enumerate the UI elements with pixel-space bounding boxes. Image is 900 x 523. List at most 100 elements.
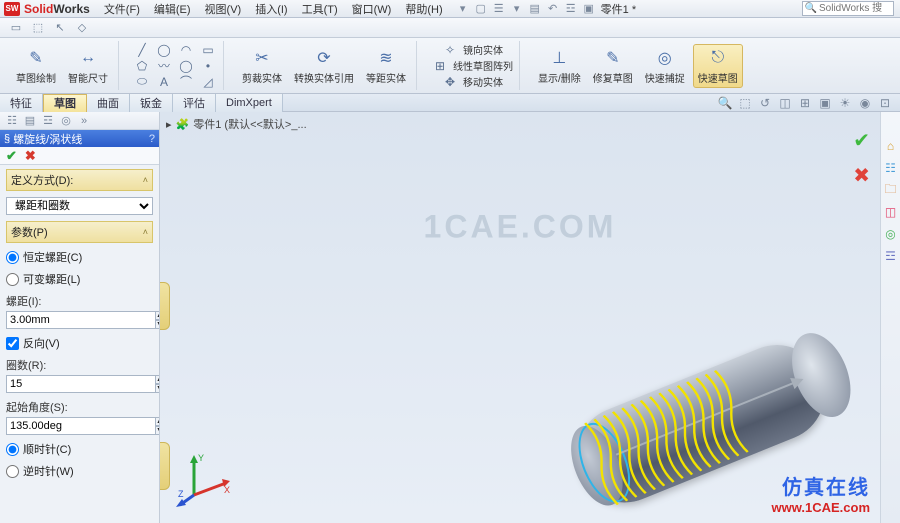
define-by-header[interactable]: 定义方式(D):˄ bbox=[6, 169, 153, 191]
more-icon[interactable]: » bbox=[76, 113, 92, 129]
repair-button[interactable]: ✎修复草图 bbox=[589, 45, 637, 87]
start-angle-input[interactable] bbox=[6, 417, 156, 435]
plane-icon[interactable]: ◇ bbox=[74, 20, 90, 36]
search-input[interactable] bbox=[819, 2, 891, 15]
quick-access-toolbar: ▾ ▢ ☰ ▾ ▤ ↶ ☲ ▣ bbox=[455, 1, 597, 17]
tab-surface[interactable]: 曲面 bbox=[87, 94, 130, 112]
constant-pitch-radio[interactable]: 恒定螺距(C) bbox=[6, 249, 153, 265]
corner-cancel-icon[interactable]: ✖ bbox=[853, 163, 870, 188]
graphics-viewport[interactable]: ▸ 🧩 零件1 (默认<<默认>_... ✔ ✖ 1CAE.COM /*plac… bbox=[160, 112, 880, 523]
line-icon[interactable]: ╱ bbox=[133, 42, 151, 58]
appearances-icon[interactable]: ◎ bbox=[883, 226, 899, 242]
config-icon[interactable]: ☲ bbox=[40, 113, 56, 129]
resources-icon[interactable]: ⌂ bbox=[883, 138, 899, 154]
hide-show-icon[interactable]: ☀ bbox=[836, 95, 854, 111]
clockwise-radio[interactable]: 顺时针(C) bbox=[6, 441, 153, 457]
trim-button[interactable]: ✂剪裁实体 bbox=[238, 45, 286, 87]
section-icon[interactable]: ◫ bbox=[776, 95, 794, 111]
ang-down-icon[interactable]: ▼ bbox=[156, 426, 159, 435]
tab-evaluate[interactable]: 评估 bbox=[173, 94, 216, 112]
tab-sketch[interactable]: 草图 bbox=[43, 94, 87, 112]
pitch-down-icon[interactable]: ▼ bbox=[156, 320, 159, 329]
variable-pitch-radio[interactable]: 可变螺距(L) bbox=[6, 271, 153, 287]
rebuild-icon[interactable]: ▣ bbox=[581, 1, 597, 17]
pm-icon[interactable]: ▤ bbox=[22, 113, 38, 129]
menu-insert[interactable]: 插入(I) bbox=[249, 0, 293, 18]
pitch-up-icon[interactable]: ▲ bbox=[156, 311, 159, 320]
rect-icon[interactable]: ▭ bbox=[199, 42, 217, 58]
print-icon[interactable]: ▤ bbox=[527, 1, 543, 17]
menu-help[interactable]: 帮助(H) bbox=[399, 0, 448, 18]
scene-icon[interactable]: ⊡ bbox=[876, 95, 894, 111]
poly-icon[interactable]: ⬠ bbox=[133, 58, 151, 74]
expand-icon[interactable]: ▸ bbox=[166, 118, 172, 131]
zoom-area-icon[interactable]: ⬚ bbox=[736, 95, 754, 111]
slot-icon[interactable]: ⬭ bbox=[133, 74, 151, 90]
zoom-fit-icon[interactable]: 🔍 bbox=[716, 95, 734, 111]
fm-breadcrumb[interactable]: ▸ 🧩 零件1 (默认<<默认>_... bbox=[166, 116, 307, 132]
ellipse-icon[interactable]: ◯ bbox=[177, 58, 195, 74]
params-header[interactable]: 参数(P)˄ bbox=[6, 221, 153, 243]
footer-watermark: 仿真在线 www.1CAE.com bbox=[772, 471, 870, 515]
sketch-button[interactable]: ✎草图绘制 bbox=[12, 45, 60, 87]
sketch-select-icon[interactable]: ⬚ bbox=[30, 20, 46, 36]
spline-icon[interactable]: 〰 bbox=[155, 58, 173, 74]
move-icon[interactable]: ✥ bbox=[441, 74, 459, 90]
cancel-button[interactable]: ✖ bbox=[25, 148, 36, 164]
reverse-check[interactable]: 反向(V) bbox=[6, 335, 153, 351]
custom-props-icon[interactable]: ☲ bbox=[883, 248, 899, 264]
tab-sheet[interactable]: 钣金 bbox=[130, 94, 173, 112]
flyout-handle[interactable] bbox=[160, 282, 170, 330]
smart-dim-button[interactable]: ↔智能尺寸 bbox=[64, 45, 112, 87]
pitch-input[interactable] bbox=[6, 311, 156, 329]
save-icon[interactable]: ▾ bbox=[509, 1, 525, 17]
view-palette-icon[interactable]: ◫ bbox=[883, 204, 899, 220]
select-icon[interactable]: ▭ bbox=[8, 20, 24, 36]
menu-edit[interactable]: 编辑(E) bbox=[148, 0, 197, 18]
options-icon[interactable]: ☲ bbox=[563, 1, 579, 17]
rev-down-icon[interactable]: ▼ bbox=[156, 384, 159, 393]
ok-button[interactable]: ✔ bbox=[6, 148, 17, 164]
new-icon[interactable]: ▢ bbox=[473, 1, 489, 17]
mirror-icon[interactable]: ✧ bbox=[441, 42, 459, 58]
display-style-icon[interactable]: ▣ bbox=[816, 95, 834, 111]
exit-sketch-button[interactable]: ⎋快速草图 bbox=[693, 44, 743, 88]
pattern-icon[interactable]: ⊞ bbox=[431, 58, 449, 74]
menu-window[interactable]: 窗口(W) bbox=[346, 0, 398, 18]
display-mgr-icon[interactable]: ◎ bbox=[58, 113, 74, 129]
quick-snap-button[interactable]: ◎快速捕捉 bbox=[641, 45, 689, 87]
menu-file[interactable]: 文件(F) bbox=[98, 0, 146, 18]
offset-button[interactable]: ≋等距实体 bbox=[362, 45, 410, 87]
tab-feature[interactable]: 特征 bbox=[0, 94, 43, 112]
convert-button[interactable]: ⟳转换实体引用 bbox=[290, 45, 358, 87]
rev-up-icon[interactable]: ▲ bbox=[156, 375, 159, 384]
fillet-icon[interactable]: ⌒ bbox=[177, 74, 195, 90]
arc-icon[interactable]: ◠ bbox=[177, 42, 195, 58]
ang-up-icon[interactable]: ▲ bbox=[156, 417, 159, 426]
view-orient-icon[interactable]: ⊞ bbox=[796, 95, 814, 111]
prev-view-icon[interactable]: ↺ bbox=[756, 95, 774, 111]
menu-tools[interactable]: 工具(T) bbox=[296, 0, 344, 18]
menu-view[interactable]: 视图(V) bbox=[199, 0, 248, 18]
appearance-icon[interactable]: ◉ bbox=[856, 95, 874, 111]
display-button[interactable]: ⊥显示/删除 bbox=[534, 45, 585, 87]
counterclockwise-radio[interactable]: 逆时针(W) bbox=[6, 463, 153, 479]
file-explorer-icon[interactable]: 🗀 bbox=[883, 182, 899, 198]
design-library-icon[interactable]: ☷ bbox=[883, 160, 899, 176]
circle-icon[interactable]: ◯ bbox=[155, 42, 173, 58]
feature-tree-icon[interactable]: ☷ bbox=[4, 113, 20, 129]
chamfer-icon[interactable]: ◿ bbox=[199, 74, 217, 90]
corner-ok-icon[interactable]: ✔ bbox=[853, 128, 870, 153]
revolutions-input[interactable] bbox=[6, 375, 156, 393]
open-icon[interactable]: ☰ bbox=[491, 1, 507, 17]
dropdown-icon[interactable]: ▾ bbox=[455, 1, 471, 17]
cursor-icon[interactable]: ↖ bbox=[52, 20, 68, 36]
tab-dimxpert[interactable]: DimXpert bbox=[216, 94, 283, 112]
text-icon[interactable]: A bbox=[155, 74, 173, 90]
point-icon[interactable]: • bbox=[199, 58, 217, 74]
define-by-select[interactable]: 螺距和圈数 bbox=[6, 197, 153, 215]
pm-help-icon[interactable]: ? bbox=[149, 133, 155, 145]
undo-icon[interactable]: ↶ bbox=[545, 1, 561, 17]
flyout-handle-2[interactable] bbox=[160, 442, 170, 490]
search-box[interactable]: 🔍 bbox=[802, 1, 894, 16]
